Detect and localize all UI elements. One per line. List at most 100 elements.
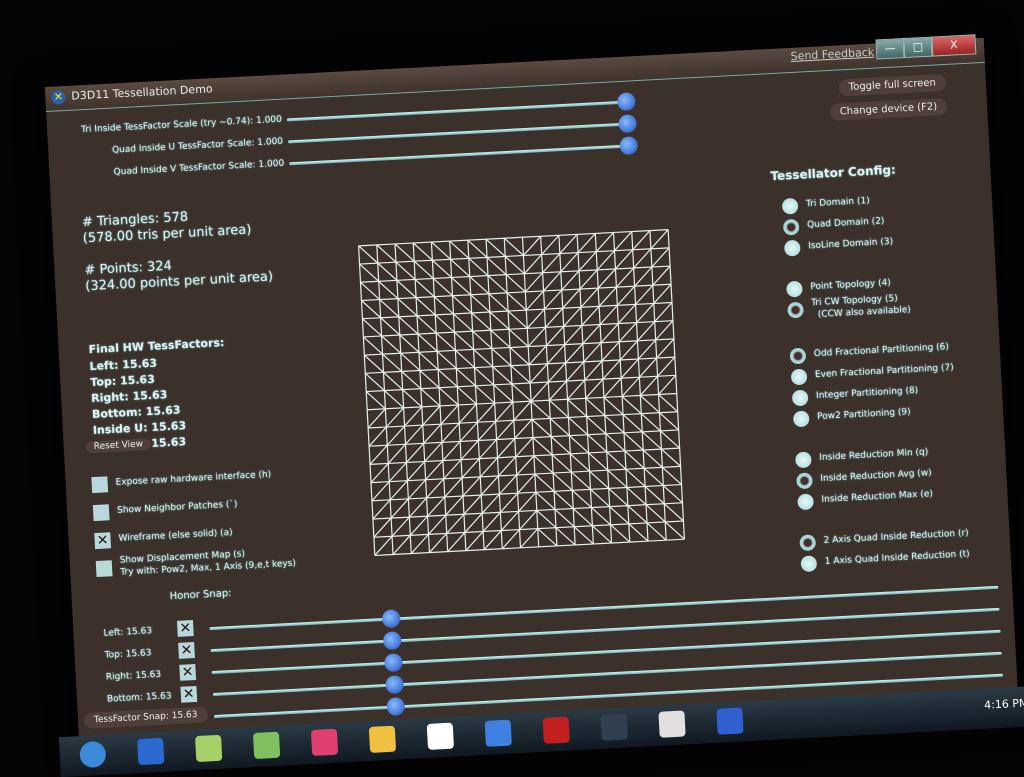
scale-slider-label: Quad Inside V TessFactor Scale: 1.000: [113, 158, 285, 178]
app-icon[interactable]: [368, 725, 397, 753]
config-radio[interactable]: [791, 389, 809, 407]
start-orb-icon[interactable]: [79, 740, 107, 769]
folder-icon[interactable]: [252, 731, 281, 760]
config-radio[interactable]: [799, 534, 817, 552]
mesh-diagonal: [367, 408, 386, 429]
mesh-diagonal: [545, 307, 564, 328]
mesh-diagonal: [567, 398, 588, 417]
config-radio[interactable]: [781, 197, 799, 215]
mesh-diagonal: [578, 251, 597, 272]
edge-slider[interactable]: [211, 629, 1001, 675]
config-radio-label: Odd Fractional Partitioning (6): [813, 342, 950, 360]
mesh-diagonal: [654, 302, 673, 323]
mesh-diagonal: [413, 260, 434, 279]
scale-slider[interactable]: [289, 136, 639, 166]
config-radio[interactable]: [792, 410, 810, 428]
mesh-diagonal: [451, 277, 472, 296]
honor-snap-checkbox[interactable]: ✕: [180, 685, 198, 703]
mesh-diagonal: [433, 296, 454, 315]
mesh-diagonal: [638, 357, 658, 378]
config-radio[interactable]: [796, 472, 813, 490]
config-radio[interactable]: [782, 218, 800, 236]
option-checkbox[interactable]: [92, 504, 110, 522]
minimize-button[interactable]: —: [875, 38, 905, 60]
internet-explorer-icon[interactable]: [137, 737, 165, 766]
honor-snap-checkbox[interactable]: ✕: [176, 620, 194, 637]
mesh-diagonal: [553, 490, 574, 509]
tessellation-demo-icon[interactable]: [716, 707, 744, 735]
toggle-fullscreen-button[interactable]: Toggle full screen: [838, 73, 947, 97]
slider-thumb[interactable]: [385, 697, 405, 717]
mesh-diagonal: [460, 440, 479, 461]
mesh-diagonal: [424, 441, 443, 462]
change-device-button[interactable]: Change device (F2): [829, 97, 948, 122]
mesh-diagonal: [370, 463, 389, 483]
config-radio[interactable]: [800, 555, 818, 573]
close-button[interactable]: X: [931, 34, 977, 57]
edge-slider[interactable]: [210, 607, 1000, 653]
option-checkbox[interactable]: [95, 560, 113, 578]
mesh-diagonal: [640, 413, 661, 432]
config-radio[interactable]: [789, 347, 807, 365]
config-radio[interactable]: [786, 280, 803, 298]
tessfactor-snap-label: TessFactor Snap: 15.63: [83, 706, 208, 729]
mesh-diagonal: [583, 342, 602, 363]
scale-slider[interactable]: [287, 114, 638, 144]
reset-view-button[interactable]: Reset View: [85, 438, 152, 454]
config-radio[interactable]: [797, 493, 815, 511]
slider-thumb[interactable]: [616, 92, 636, 112]
edge-slider[interactable]: [212, 651, 1002, 697]
slider-thumb[interactable]: [618, 114, 638, 134]
mesh-diagonal: [520, 528, 539, 549]
config-radio[interactable]: [794, 451, 812, 469]
mesh-diagonal: [537, 528, 558, 547]
mesh-diagonal: [496, 419, 515, 440]
send-feedback-link[interactable]: Send Feedback: [790, 46, 874, 63]
command-prompt-icon[interactable]: [600, 713, 628, 741]
paint-icon[interactable]: [310, 728, 339, 756]
mesh-diagonal: [389, 480, 408, 501]
pdf-reader-icon[interactable]: [542, 716, 570, 744]
mesh-diagonal: [479, 457, 498, 478]
steam-icon[interactable]: [426, 722, 455, 750]
mesh-diagonal: [639, 375, 659, 396]
slider-thumb[interactable]: [383, 653, 403, 673]
mesh-diagonal: [400, 352, 421, 371]
config-radio[interactable]: [790, 368, 808, 386]
mesh-diagonal: [443, 459, 462, 480]
mesh-diagonal: [372, 499, 391, 520]
config-radio[interactable]: [787, 301, 804, 319]
honor-snap-checkbox[interactable]: ✕: [179, 663, 197, 681]
scale-slider[interactable]: [286, 92, 636, 122]
config-radio-label: IsoLine Domain (3): [807, 236, 894, 252]
slider-thumb[interactable]: [384, 675, 404, 695]
wireframe-mesh-viewport[interactable]: [353, 224, 689, 560]
mesh-diagonal: [401, 370, 422, 390]
slider-thumb[interactable]: [381, 609, 401, 629]
network-icon[interactable]: [484, 719, 512, 747]
option-checkbox[interactable]: [91, 476, 109, 494]
config-radio[interactable]: [783, 239, 801, 257]
mesh-diagonal: [410, 533, 429, 554]
mesh-diagonal: [645, 504, 666, 523]
edge-slider[interactable]: [209, 585, 999, 631]
document-icon[interactable]: [658, 710, 686, 738]
slider-thumb[interactable]: [619, 136, 639, 156]
mesh-diagonal: [650, 229, 669, 250]
maximize-button[interactable]: □: [903, 36, 933, 59]
mesh-diagonal: [524, 272, 544, 293]
mesh-diagonal: [510, 365, 531, 384]
slider-thumb[interactable]: [382, 631, 402, 651]
media-player-icon[interactable]: [195, 734, 223, 763]
honor-snap-checkbox[interactable]: ✕: [178, 642, 195, 659]
mesh-diagonal: [555, 527, 576, 546]
edge-slider-label: Bottom: 15.63: [106, 691, 172, 705]
option-checkbox[interactable]: ✕: [94, 532, 112, 550]
mesh-diagonal: [566, 361, 585, 382]
mesh-diagonal: [390, 498, 409, 519]
edge-slider-label: Left: 15.63: [103, 626, 153, 639]
mesh-diagonal: [491, 347, 512, 367]
mesh-diagonal: [542, 253, 561, 274]
mesh-diagonal: [454, 349, 475, 369]
mesh-diagonal: [661, 448, 681, 467]
